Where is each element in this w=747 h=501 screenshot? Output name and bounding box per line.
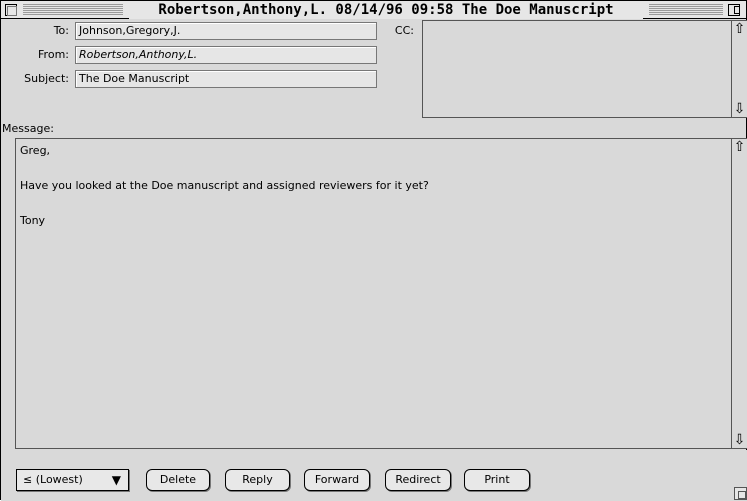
cc-label: CC: (394, 24, 414, 37)
print-button[interactable]: Print (464, 469, 530, 491)
window-title: Robertson,Anthony,L. 08/14/96 09:58 The … (129, 1, 643, 19)
zoom-box-icon[interactable] (728, 4, 740, 16)
chevron-down-icon: ▼ (111, 473, 121, 487)
message-label: Message: (2, 122, 54, 135)
scroll-down-arrow-icon[interactable]: ⇩ (732, 101, 747, 117)
scroll-down-arrow-icon[interactable]: ⇩ (732, 432, 747, 448)
scroll-up-arrow-icon[interactable]: ⇧ (732, 139, 747, 155)
subject-label: Subject: (24, 72, 69, 85)
from-field: Robertson,Anthony,L. (75, 46, 377, 64)
cc-scrollbar[interactable]: ⇧ ⇩ (731, 21, 747, 117)
cc-field[interactable]: ⇧ ⇩ (422, 20, 747, 118)
resize-grow-box-icon[interactable] (734, 487, 747, 500)
redirect-button[interactable]: Redirect (385, 469, 451, 491)
message-scrollbar[interactable]: ⇧ ⇩ (731, 139, 747, 448)
from-label: From: (38, 48, 69, 61)
mail-window: Robertson,Anthony,L. 08/14/96 09:58 The … (0, 0, 747, 501)
subject-field[interactable]: The Doe Manuscript (75, 70, 377, 88)
to-field[interactable]: Johnson,Gregory,J. (75, 22, 377, 40)
title-bar-stripes-left (23, 4, 123, 16)
close-box-icon[interactable] (5, 4, 17, 16)
reply-button[interactable]: Reply (225, 469, 290, 491)
priority-popup[interactable]: ≤ (Lowest) ▼ (16, 469, 129, 491)
message-body-text[interactable]: Greg, Have you looked at the Doe manuscr… (20, 142, 720, 230)
delete-button[interactable]: Delete (146, 469, 210, 491)
title-bar-stripes-right (649, 4, 723, 16)
priority-value: ≤ (Lowest) (23, 473, 83, 486)
scroll-up-arrow-icon[interactable]: ⇧ (732, 21, 747, 37)
forward-button[interactable]: Forward (304, 469, 370, 491)
to-label: To: (53, 24, 69, 37)
title-bar[interactable]: Robertson,Anthony,L. 08/14/96 09:58 The … (1, 1, 746, 19)
message-body-area[interactable]: Greg, Have you looked at the Doe manuscr… (15, 138, 747, 449)
